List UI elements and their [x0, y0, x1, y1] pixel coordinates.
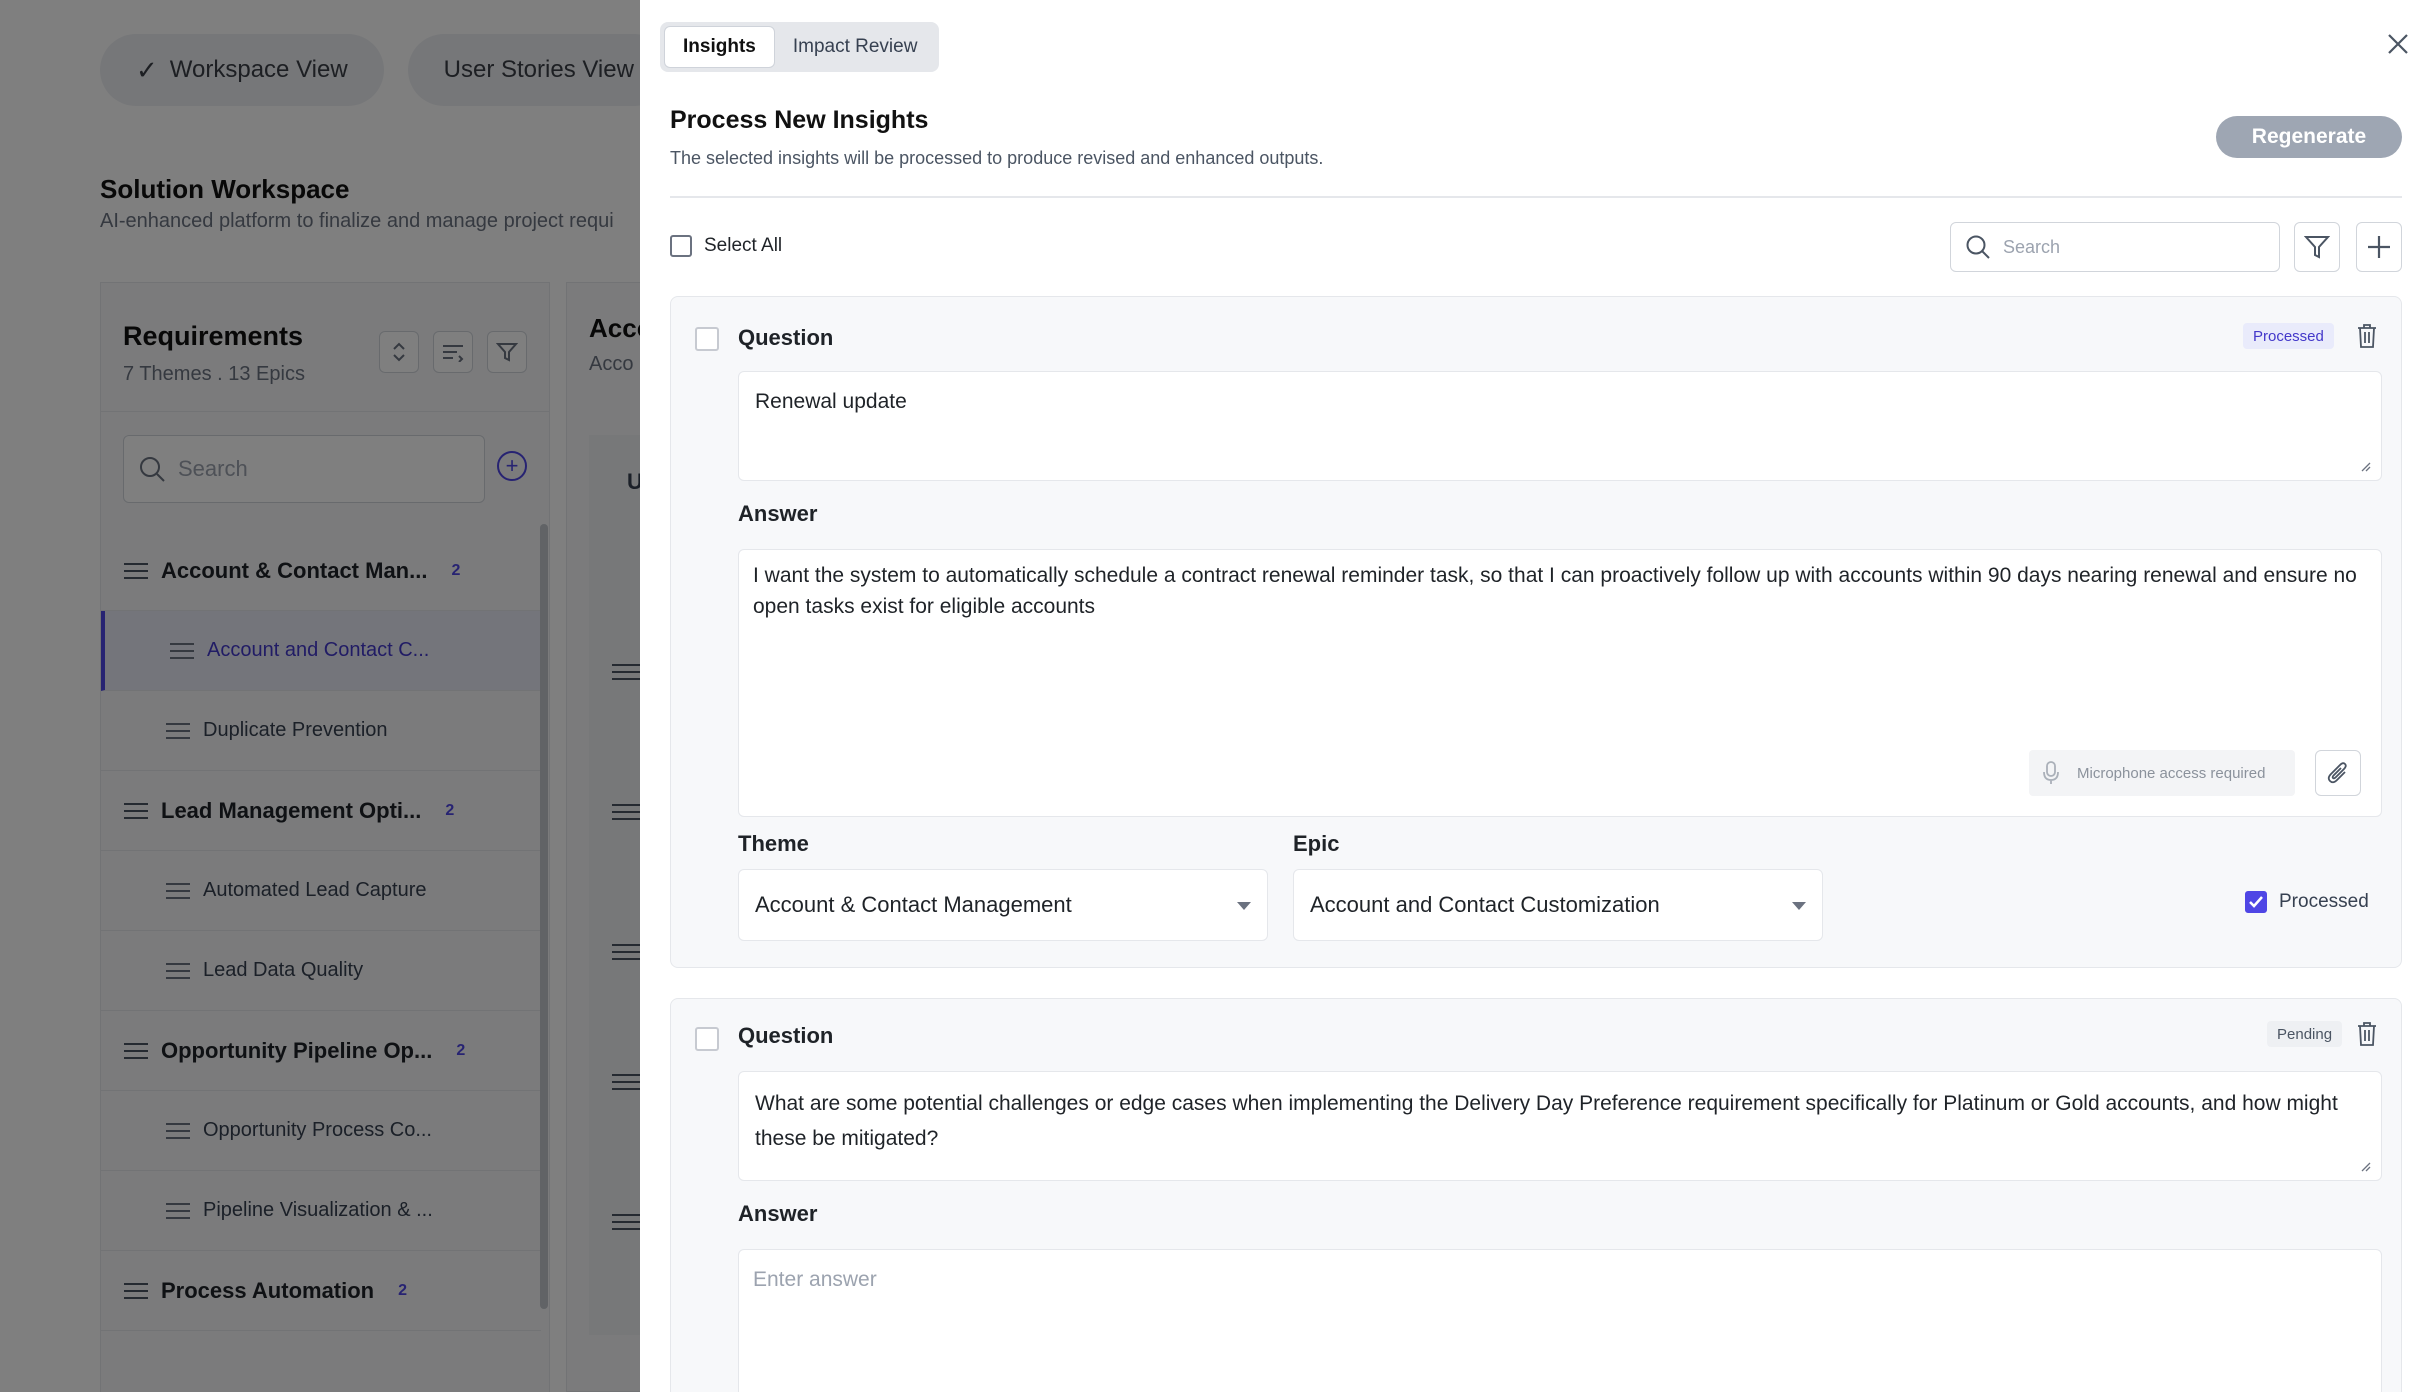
question-field[interactable]: What are some potential challenges or ed… [738, 1071, 2382, 1181]
resize-handle-icon[interactable] [2359, 460, 2371, 472]
check-icon [2249, 896, 2263, 908]
answer-label: Answer [738, 1201, 818, 1226]
epic-label: Epic [1293, 831, 1340, 856]
paperclip-icon [2327, 762, 2347, 784]
theme-label: Theme [738, 831, 809, 856]
resize-handle-icon[interactable] [2359, 1160, 2371, 1172]
insight-card: Question Pending What are some potential… [670, 998, 2402, 1392]
insights-search-input[interactable]: Search [1950, 222, 2280, 272]
insight-checkbox[interactable] [695, 1027, 719, 1051]
search-icon [1966, 235, 1990, 259]
trash-icon[interactable] [2355, 323, 2379, 349]
processed-checkbox[interactable] [2245, 891, 2267, 913]
processed-toggle[interactable]: Processed [2245, 891, 2369, 913]
filter-icon [2304, 236, 2330, 259]
caret-down-icon [1792, 902, 1806, 910]
filter-button[interactable] [2294, 222, 2340, 272]
attach-button[interactable] [2315, 750, 2361, 796]
plus-icon [2368, 236, 2390, 258]
question-label: Question [738, 325, 834, 350]
search-placeholder: Search [2003, 236, 2061, 257]
drawer-tabs: Insights Impact Review [660, 22, 940, 72]
divider [670, 196, 2402, 198]
microphone-icon [2043, 761, 2059, 784]
answer-placeholder: Enter answer [753, 1268, 877, 1291]
theme-select[interactable]: Account & Contact Management [738, 869, 1268, 941]
regenerate-button[interactable]: Regenerate [2216, 116, 2402, 158]
answer-field[interactable]: I want the system to automatically sched… [738, 549, 2382, 817]
insights-drawer: Insights Impact Review Process New Insig… [640, 0, 2428, 1392]
answer-label: Answer [738, 501, 818, 526]
close-button[interactable] [2380, 26, 2416, 62]
microphone-status[interactable]: Microphone access required [2029, 750, 2295, 796]
answer-text: I want the system to automatically sched… [753, 564, 2357, 618]
trash-icon[interactable] [2355, 1021, 2379, 1047]
epic-value: Account and Contact Customization [1310, 892, 1660, 917]
close-icon [2388, 34, 2408, 54]
question-field[interactable]: Renewal update [738, 371, 2382, 481]
question-text: Renewal update [755, 390, 907, 413]
processed-label: Processed [2279, 891, 2369, 912]
insight-checkbox[interactable] [695, 327, 719, 351]
select-all[interactable]: Select All [670, 235, 782, 257]
drawer-title: Process New Insights [670, 106, 929, 134]
status-badge: Pending [2267, 1021, 2343, 1047]
theme-value: Account & Contact Management [755, 892, 1072, 917]
question-label: Question [738, 1023, 834, 1048]
drawer-subtitle: The selected insights will be processed … [670, 148, 1324, 168]
insight-card: Question Processed Renewal update Answer… [670, 296, 2402, 968]
microphone-text: Microphone access required [2077, 764, 2266, 782]
tab-insights[interactable]: Insights [664, 26, 775, 68]
epic-select[interactable]: Account and Contact Customization [1293, 869, 1823, 941]
add-insight-button[interactable] [2356, 222, 2402, 272]
caret-down-icon [1237, 902, 1251, 910]
select-all-checkbox[interactable] [670, 235, 692, 257]
status-badge: Processed [2243, 323, 2334, 349]
tab-impact-review[interactable]: Impact Review [775, 26, 936, 68]
select-all-label: Select All [704, 235, 783, 256]
question-text: What are some potential challenges or ed… [755, 1092, 2338, 1150]
answer-field[interactable]: Enter answer [738, 1249, 2382, 1392]
